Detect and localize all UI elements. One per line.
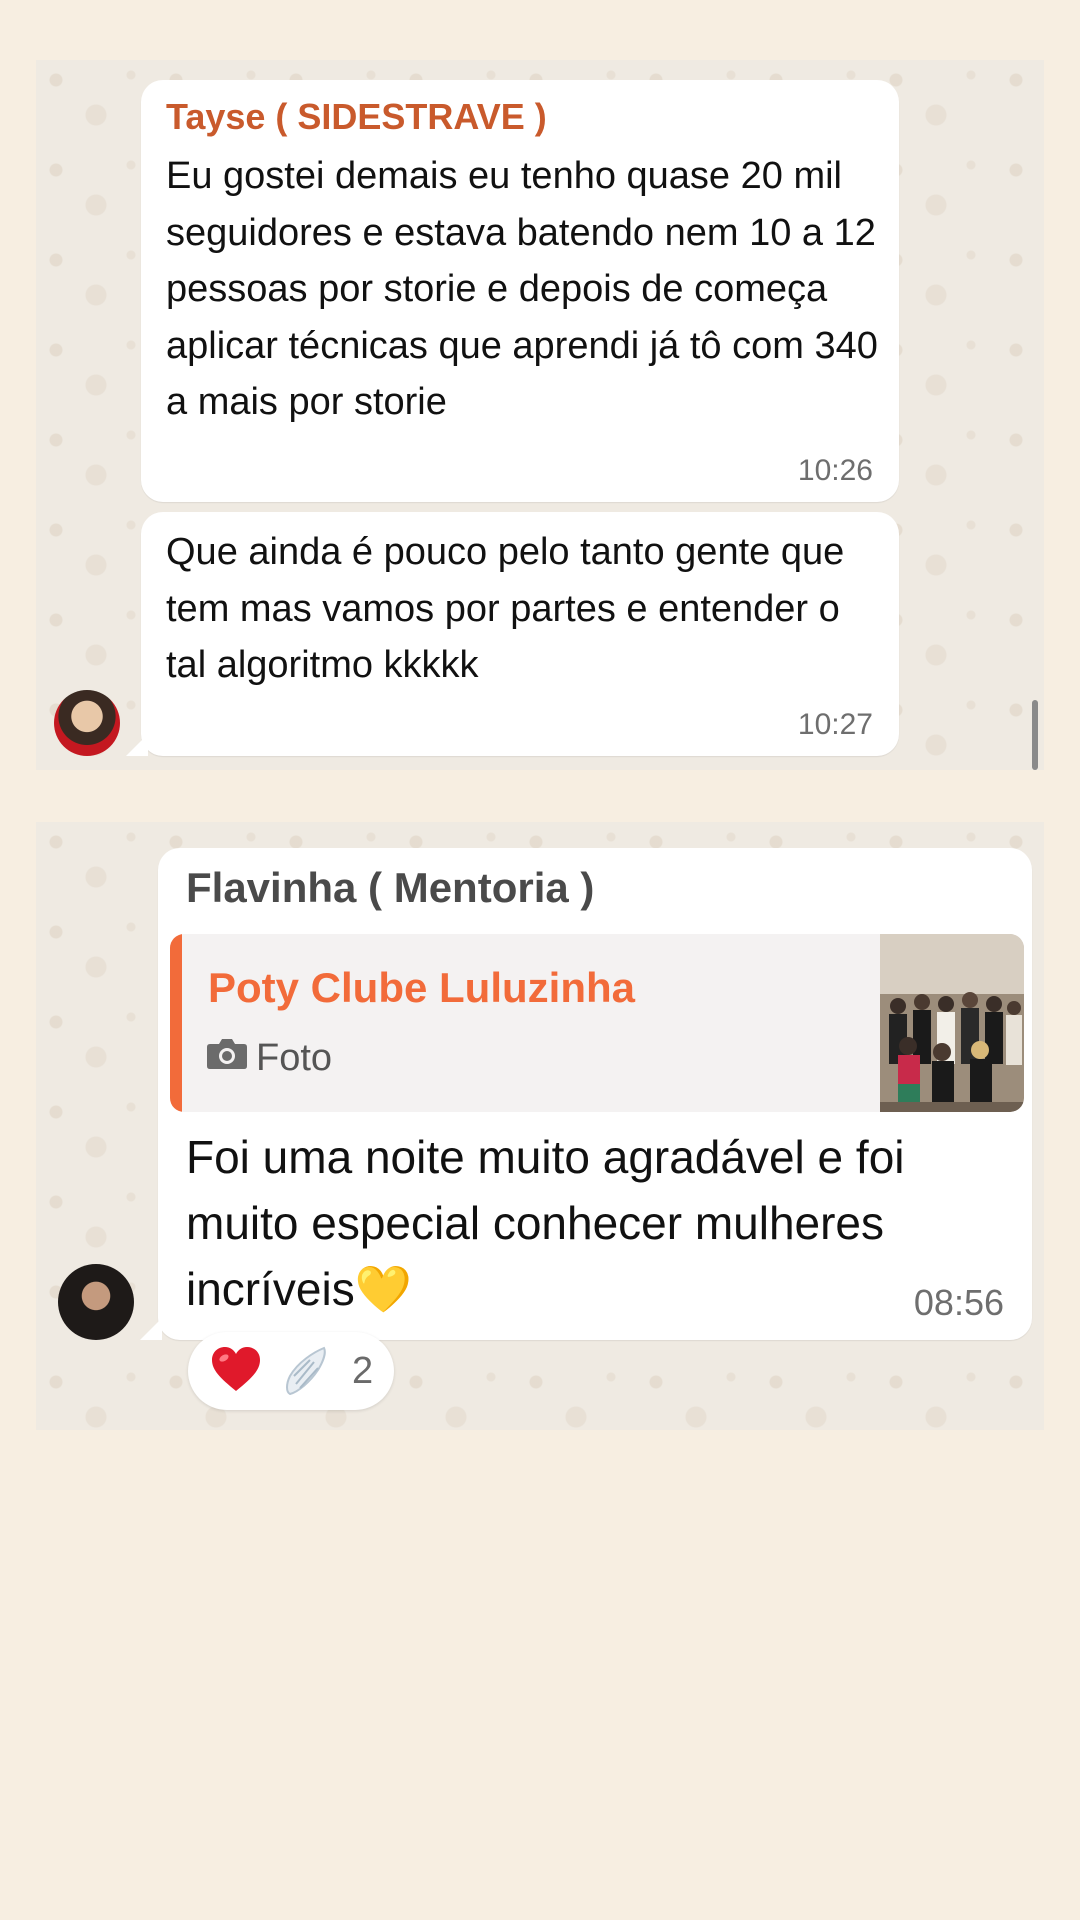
sender-name[interactable]: Tayse ( SIDESTRAVE ) xyxy=(166,96,547,138)
quote-type-label: Foto xyxy=(256,1036,333,1079)
quote-media-type: Foto xyxy=(206,1036,332,1080)
message-text: Eu gostei demais eu tenho quase 20 mil s… xyxy=(166,155,878,423)
sender-name[interactable]: Flavinha ( Mentoria ) xyxy=(186,864,594,912)
avatar[interactable] xyxy=(58,1264,134,1340)
chat-panel-bottom: Flavinha ( Mentoria ) Poty Clube Luluzin… xyxy=(36,822,1044,1430)
heart-icon xyxy=(210,1346,262,1399)
message-time: 10:26 xyxy=(797,454,873,487)
scrollbar[interactable] xyxy=(1032,700,1038,770)
bubble-tail xyxy=(126,734,148,756)
message-bubble[interactable]: Tayse ( SIDESTRAVE ) Eu gostei demais eu… xyxy=(141,80,899,502)
quoted-message[interactable]: Poty Clube Luluzinha Foto xyxy=(170,934,1024,1112)
message-text: Foi uma noite muito agradável e foi muit… xyxy=(186,1131,905,1315)
reactions-pill[interactable]: 2 xyxy=(188,1332,394,1410)
chat-panel-top: Tayse ( SIDESTRAVE ) Eu gostei demais eu… xyxy=(36,60,1044,770)
message-text: Que ainda é pouco pelo tanto gente que t… xyxy=(166,531,845,686)
avatar[interactable] xyxy=(54,690,120,756)
message-time: 08:56 xyxy=(913,1282,1004,1323)
bubble-tail xyxy=(140,1318,162,1340)
quote-author: Poty Clube Luluzinha xyxy=(208,964,635,1011)
message-time: 10:27 xyxy=(797,708,873,741)
wing-icon xyxy=(284,1346,328,1401)
message-bubble[interactable]: Que ainda é pouco pelo tanto gente que t… xyxy=(141,512,899,756)
camera-icon xyxy=(206,1036,248,1080)
reaction-count: 2 xyxy=(352,1350,374,1392)
quote-photo-thumbnail[interactable] xyxy=(880,934,1024,1112)
quote-accent-bar xyxy=(170,934,182,1112)
message-bubble[interactable]: Flavinha ( Mentoria ) Poty Clube Luluzin… xyxy=(158,848,1032,1340)
